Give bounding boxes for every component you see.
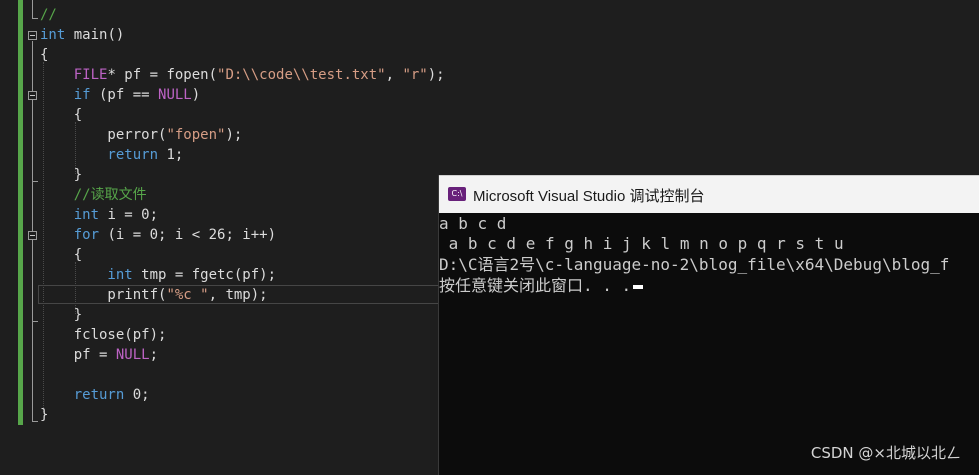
code-token: //读取文件 [40, 187, 147, 203]
code-token: NULL [115, 347, 150, 363]
code-token: if [40, 87, 91, 103]
code-token: { [40, 107, 83, 123]
code-token: "%c " [166, 287, 209, 303]
console-output-line: a b c d [439, 214, 507, 233]
code-token: (i = 0; i < 26; i++) [99, 227, 277, 243]
code-line[interactable]: int i = 0; [40, 205, 158, 225]
console-title: Microsoft Visual Studio 调试控制台 [473, 188, 705, 205]
code-token: "r" [402, 67, 428, 83]
debug-console-window[interactable]: C:\ Microsoft Visual Studio 调试控制台 a b c … [438, 175, 979, 475]
code-line[interactable]: return 1; [40, 145, 183, 165]
outline-line [32, 181, 38, 182]
code-token: i = 0; [99, 207, 159, 223]
console-output-line: D:\C语言2号\c-language-no-2\blog_file\x64\D… [439, 255, 950, 274]
code-token: (pf == [90, 87, 159, 103]
watermark: CSDN @⨯北城以北ㄥ [810, 444, 961, 462]
code-line[interactable]: //读取文件 [40, 185, 147, 205]
code-token: ; [149, 347, 159, 363]
console-prompt-line: 按任意键关闭此窗口. . . [439, 275, 644, 296]
code-line[interactable]: for (i = 0; i < 26; i++) [40, 225, 276, 245]
outline-line [32, 321, 38, 322]
code-token: "fopen" [166, 127, 226, 143]
code-line[interactable]: } [40, 165, 82, 185]
code-token: FILE [40, 67, 108, 83]
code-token: } [40, 307, 83, 323]
code-token: // [40, 7, 57, 23]
code-line[interactable]: // [40, 5, 57, 25]
code-line[interactable]: } [40, 405, 48, 425]
code-line[interactable]: if (pf == NULL) [40, 85, 200, 105]
code-line[interactable]: { [40, 245, 82, 265]
code-line[interactable]: int main() [40, 25, 124, 45]
code-line[interactable]: } [40, 305, 82, 325]
code-line[interactable]: perror("fopen"); [40, 125, 242, 145]
code-token: NULL [158, 87, 192, 103]
code-token: for [40, 227, 100, 243]
code-token: , [385, 67, 403, 83]
console-prompt-text: 按任意键关闭此窗口. . . [439, 276, 632, 295]
fold-toggle-main[interactable] [28, 31, 37, 40]
code-line[interactable]: printf("%c ", tmp); [40, 285, 268, 305]
code-token: "D:\\code\\test.txt" [217, 67, 386, 83]
code-token: int [40, 267, 133, 283]
code-token: return [40, 387, 125, 403]
outline-line [32, 421, 38, 422]
code-token: fclose(pf); [40, 327, 167, 343]
code-token: tmp = fgetc(pf); [132, 267, 277, 283]
fold-toggle-for[interactable] [28, 231, 37, 240]
code-token: perror( [40, 127, 167, 143]
code-token: int [40, 27, 66, 43]
code-token: printf( [40, 287, 167, 303]
code-line[interactable]: { [40, 45, 48, 65]
code-token: pf = [40, 347, 116, 363]
code-token: ); [225, 127, 243, 143]
outline-line [32, 0, 33, 18]
code-token: * pf = fopen( [107, 67, 218, 83]
code-token: 1; [158, 147, 184, 163]
code-line[interactable]: FILE* pf = fopen("D:\\code\\test.txt", "… [40, 65, 445, 85]
code-token: ) [191, 87, 201, 103]
text-cursor [633, 284, 644, 289]
console-output-line: a b c d e f g h i j k l m n o p q r s t … [439, 234, 844, 253]
code-line[interactable]: pf = NULL; [40, 345, 158, 365]
code-token: , tmp); [208, 287, 268, 303]
console-app-icon: C:\ [448, 187, 466, 201]
code-line[interactable]: int tmp = fgetc(pf); [40, 265, 276, 285]
code-token: 0; [124, 387, 150, 403]
code-token: return [40, 147, 159, 163]
code-token: } [40, 407, 49, 423]
code-token: { [40, 47, 49, 63]
change-indicator-bar [18, 0, 23, 425]
code-line[interactable]: fclose(pf); [40, 325, 167, 345]
code-token: ); [427, 67, 445, 83]
console-title-bar[interactable]: C:\ Microsoft Visual Studio 调试控制台 [439, 175, 979, 213]
outline-line [32, 18, 38, 19]
code-token: int [40, 207, 100, 223]
fold-toggle-if[interactable] [28, 91, 37, 100]
code-line[interactable]: return 0; [40, 385, 150, 405]
code-line[interactable]: { [40, 105, 82, 125]
code-token: } [40, 167, 83, 183]
code-token: { [40, 247, 83, 263]
code-token: main() [65, 27, 125, 43]
